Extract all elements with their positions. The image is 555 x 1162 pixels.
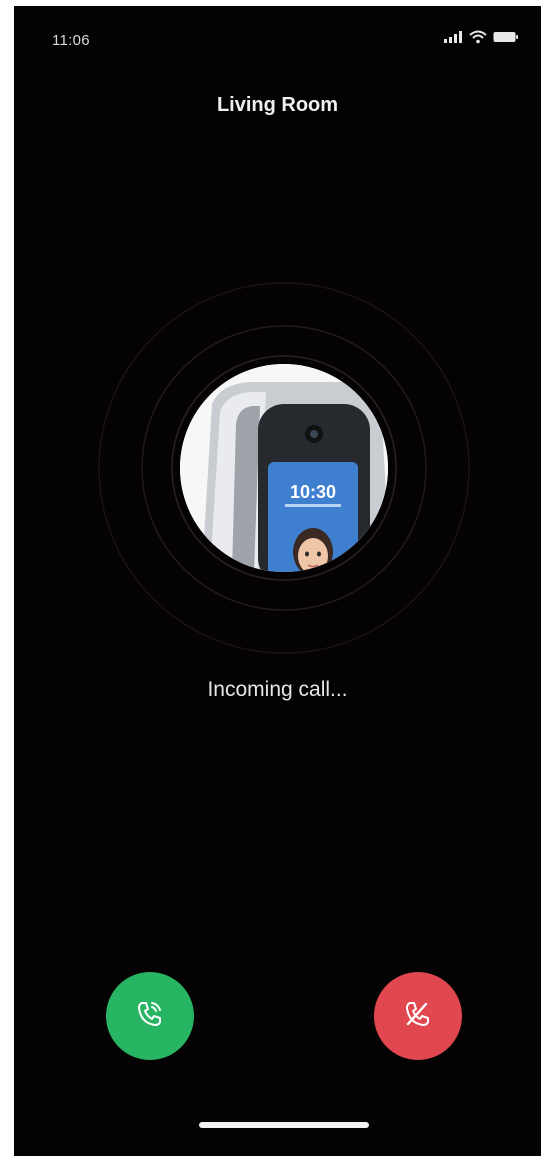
- decline-call-button[interactable]: [374, 972, 462, 1060]
- home-indicator[interactable]: [199, 1122, 369, 1128]
- door-lock-device-image: 10:30: [180, 364, 388, 572]
- caller-avatar: 10:30: [180, 364, 388, 572]
- accept-call-button[interactable]: [106, 972, 194, 1060]
- call-status: Incoming call...: [207, 678, 348, 701]
- phone-decline-icon: [401, 997, 435, 1036]
- device-screen-time: 10:30: [290, 482, 336, 502]
- phone-accept-icon: [133, 997, 167, 1036]
- call-screen: 11:06 Living Room 10:30 Incoming call...: [14, 6, 541, 1156]
